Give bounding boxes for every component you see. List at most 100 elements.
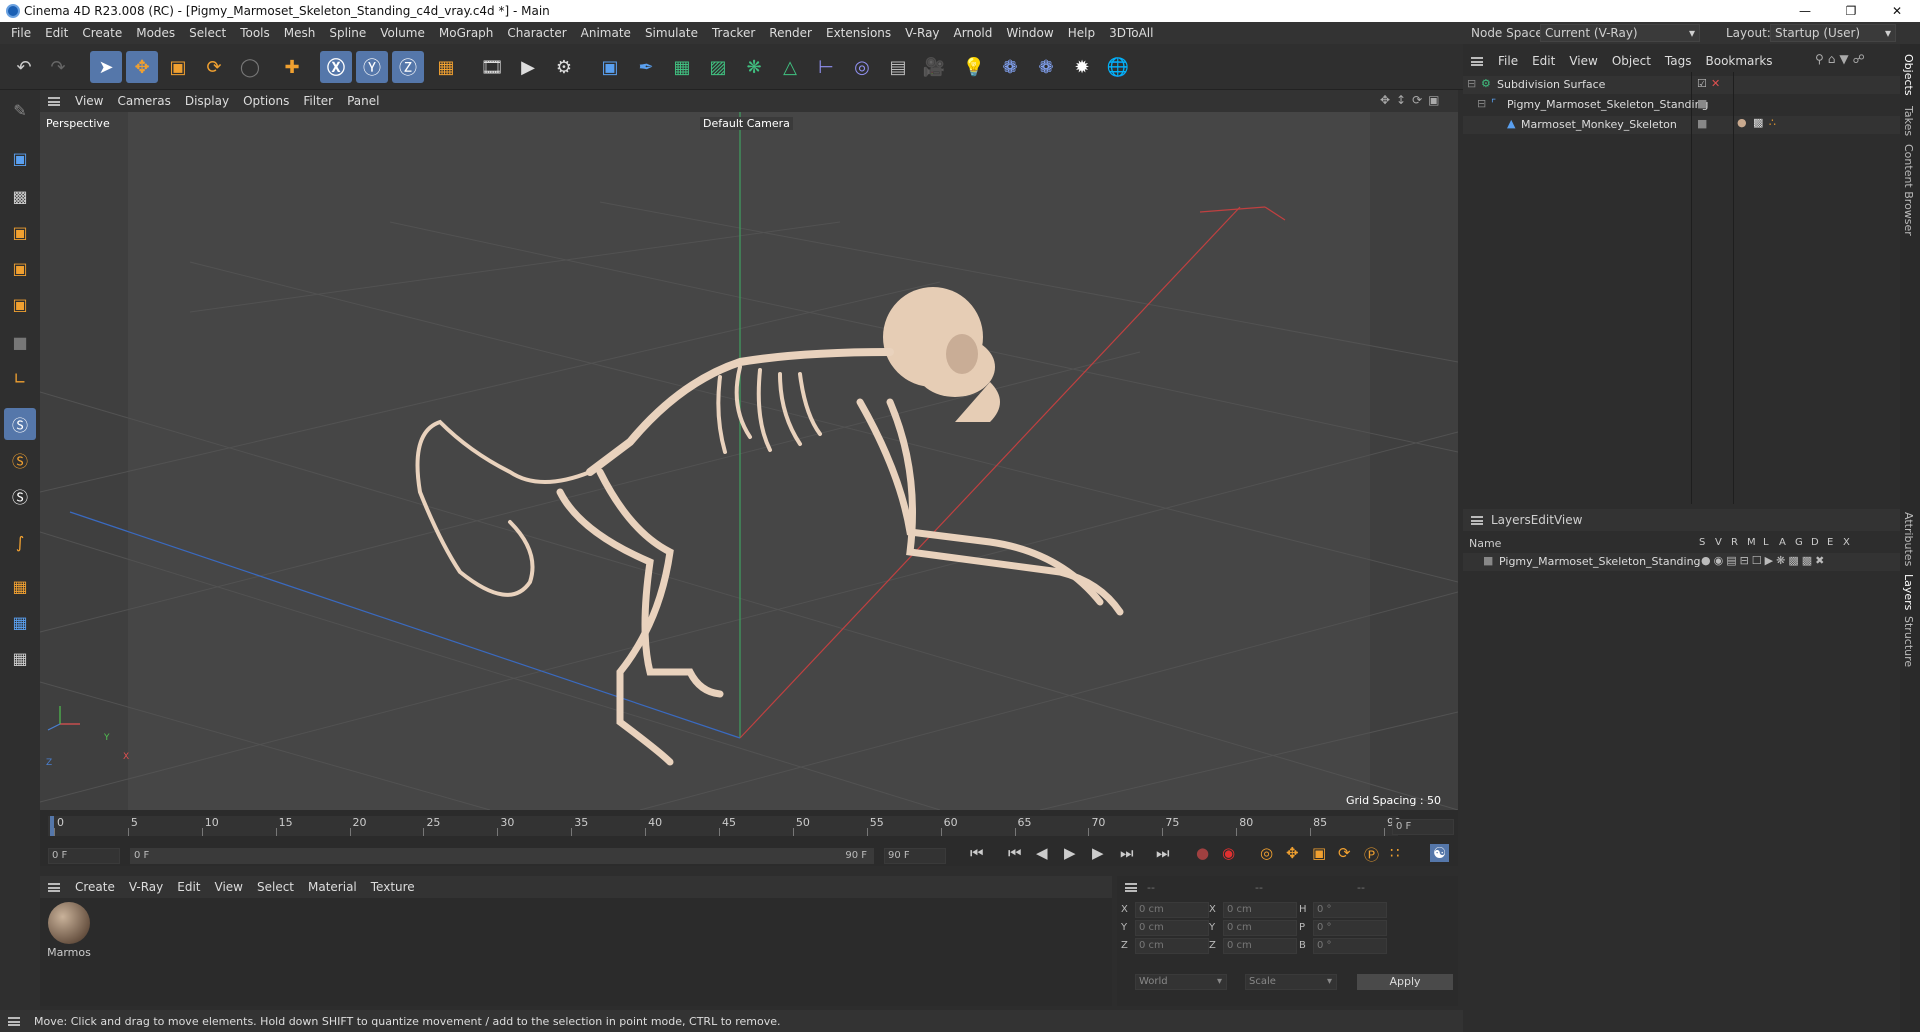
menu-tools[interactable]: Tools (233, 26, 277, 40)
tree-collapse-icon[interactable]: ⊟ (1467, 77, 1476, 90)
tree-collapse-icon[interactable]: ⊟ (1477, 97, 1486, 110)
layer-flag-m[interactable]: M (1747, 537, 1756, 548)
parameter-key-icon[interactable]: Ⓟ (1364, 844, 1379, 865)
object-row-subdivision[interactable]: ⊟ ⚙ Subdivision Surface ☑ ✕ (1463, 76, 1900, 94)
layer-flag-s[interactable]: S (1699, 537, 1705, 548)
play-icon[interactable]: ▶ (1064, 844, 1076, 862)
layer-flag-g[interactable]: G (1795, 537, 1803, 548)
workplane-grid-icon[interactable]: ▦ (4, 606, 36, 638)
uv-mode-icon[interactable]: ■ (4, 326, 36, 358)
tab-attributes[interactable]: Attributes (1902, 512, 1915, 566)
object-name[interactable]: Pigmy_Marmoset_Skeleton_Standing (1507, 98, 1709, 111)
viewport-menu-filter[interactable]: Filter (296, 94, 340, 108)
menu-tracker[interactable]: Tracker (705, 26, 762, 40)
viewport-name[interactable]: Perspective (46, 117, 110, 130)
field-icon[interactable]: ◎ (846, 51, 878, 83)
material-thumb[interactable]: Marmos (44, 902, 94, 960)
menu-animate[interactable]: Animate (574, 26, 638, 40)
vray-globe-icon[interactable]: 🌐 (1102, 51, 1134, 83)
cube-icon[interactable]: ▣ (594, 51, 626, 83)
phong-tag-icon[interactable]: ∴ (1769, 116, 1776, 129)
viewport-menu-view[interactable]: View (68, 94, 110, 108)
previous-frame-icon[interactable]: ◀ (1036, 844, 1048, 862)
menu-select[interactable]: Select (182, 26, 233, 40)
python-icon[interactable]: ❁ (994, 51, 1026, 83)
apply-button[interactable]: Apply (1357, 974, 1453, 990)
menu-v-ray[interactable]: V-Ray (898, 26, 946, 40)
menu-simulate[interactable]: Simulate (638, 26, 705, 40)
menu-arnold[interactable]: Arnold (947, 26, 1000, 40)
material-menu-select[interactable]: Select (250, 880, 301, 894)
camera-label[interactable]: Default Camera (700, 117, 793, 130)
subdivision-icon[interactable]: ▦ (666, 51, 698, 83)
layer-flag-e[interactable]: E (1827, 537, 1833, 548)
camera-icon[interactable]: 🎥 (918, 51, 950, 83)
layout-dropdown[interactable]: Startup (User) ▾ (1770, 24, 1896, 42)
texture-mode-icon[interactable]: ▩ (4, 180, 36, 212)
render-picture-viewer-icon[interactable]: ▶ (512, 51, 544, 83)
material-menu-create[interactable]: Create (68, 880, 122, 894)
position-key-icon[interactable]: ✥ (1286, 844, 1299, 862)
coordinate-system-icon[interactable]: ▦ (430, 51, 462, 83)
object-row-skeleton[interactable]: ▲ Marmoset_Monkey_Skeleton ■ ● ▩ ∴ (1463, 116, 1900, 134)
magnet-icon[interactable]: ∫ (4, 526, 36, 558)
menu-window[interactable]: Window (999, 26, 1060, 40)
layer-name[interactable]: Pigmy_Marmoset_Skeleton_Standing (1499, 555, 1701, 568)
y-axis-icon[interactable]: Ⓨ (356, 51, 388, 83)
hamburger-icon[interactable] (48, 882, 60, 892)
menu-volume[interactable]: Volume (373, 26, 432, 40)
hamburger-icon[interactable] (8, 1016, 20, 1026)
edit-check-icon[interactable]: ☑ (1697, 77, 1707, 90)
tab-takes[interactable]: Takes (1902, 106, 1915, 136)
object-menu-bookmarks[interactable]: Bookmarks (1699, 54, 1780, 68)
object-menu-file[interactable]: File (1491, 54, 1525, 68)
3d-viewport[interactable]: Perspective Default Camera Grid Spacing … (40, 112, 1458, 810)
material-menu-v-ray[interactable]: V-Ray (122, 880, 170, 894)
layer-flag-v[interactable]: V (1715, 537, 1722, 548)
layer-row[interactable]: ■ Pigmy_Marmoset_Skeleton_Standing ●◉▤⊟☐… (1463, 553, 1900, 571)
edges-mode-icon[interactable]: ▣ (4, 252, 36, 284)
layers-menu-layers[interactable]: Layers (1491, 513, 1531, 527)
coord-value-field[interactable]: 0 ° (1313, 902, 1387, 918)
tab-objects[interactable]: Objects (1902, 54, 1915, 96)
start-frame-field[interactable]: 0 F (48, 848, 120, 864)
menu-help[interactable]: Help (1061, 26, 1102, 40)
axis-mode-icon[interactable]: ∟ (4, 362, 36, 394)
locked-workplane-icon[interactable]: ▦ (4, 642, 36, 674)
rotate-tool-icon[interactable]: ⟳ (198, 51, 230, 83)
layer-color-icon[interactable]: ■ (1483, 554, 1493, 567)
material-tag-icon[interactable]: ● (1737, 116, 1747, 129)
extrude-icon[interactable]: ▨ (702, 51, 734, 83)
maximize-button[interactable]: ❐ (1828, 0, 1874, 22)
menu-mograph[interactable]: MoGraph (432, 26, 501, 40)
world-dropdown[interactable]: World ▾ (1135, 974, 1227, 990)
make-editable-icon[interactable]: ✎ (4, 94, 36, 126)
layer-flag-r[interactable]: R (1731, 537, 1738, 548)
object-menu-object[interactable]: Object (1605, 54, 1658, 68)
viewport-menu-panel[interactable]: Panel (340, 94, 386, 108)
tab-content-browser[interactable]: Content Browser (1902, 144, 1915, 236)
menu-spline[interactable]: Spline (322, 26, 373, 40)
disabled-x-icon[interactable]: ✕ (1711, 77, 1720, 90)
floor-icon[interactable]: ▤ (882, 51, 914, 83)
undo-icon[interactable]: ↶ (8, 51, 40, 83)
material-menu-view[interactable]: View (208, 880, 250, 894)
viewport-menu-cameras[interactable]: Cameras (110, 94, 177, 108)
hamburger-icon[interactable] (1471, 515, 1483, 525)
next-key-icon[interactable]: ⏭ (1120, 844, 1134, 862)
coord-value-field[interactable]: 0 cm (1223, 920, 1297, 936)
menu-file[interactable]: File (4, 26, 38, 40)
viewport-nav-icons[interactable]: ✥↕⟳▣ (1380, 93, 1446, 107)
timeline-ruler[interactable]: 051015202530354045505560657075808590 (48, 816, 1401, 836)
go-to-start-icon[interactable]: ⏮ (970, 844, 984, 862)
current-frame-field[interactable]: 0 F (1392, 819, 1454, 835)
menu-modes[interactable]: Modes (129, 26, 182, 40)
layer-flag-l[interactable]: L (1763, 537, 1769, 548)
object-row-null[interactable]: ⊟ ⌜ Pigmy_Marmoset_Skeleton_Standing ■ (1463, 96, 1900, 114)
tab-structure[interactable]: Structure (1902, 616, 1915, 667)
layer-flag-x[interactable]: X (1843, 537, 1850, 548)
layers-menu-view[interactable]: View (1554, 513, 1582, 527)
select-tool-icon[interactable]: ➤ (90, 51, 122, 83)
layer-flag-icons[interactable]: ●◉▤⊟☐▶❋▩▩✖ (1701, 554, 1827, 567)
minimize-button[interactable]: — (1782, 0, 1828, 22)
